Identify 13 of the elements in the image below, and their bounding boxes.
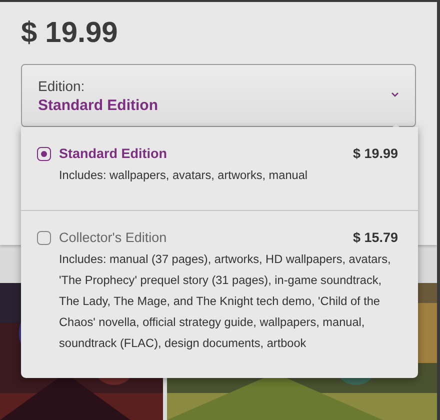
select-label: Edition: bbox=[38, 78, 85, 94]
option-name[interactable]: Collector's Edition bbox=[59, 230, 167, 245]
chevron-down-icon bbox=[391, 92, 399, 98]
select-value: Standard Edition bbox=[38, 96, 158, 114]
radio-button[interactable] bbox=[37, 231, 51, 245]
option-price: $ 19.99 bbox=[352, 146, 398, 161]
option-description: Includes: wallpapers, avatars, artworks, manual bbox=[59, 167, 309, 184]
price: $ 19.99 bbox=[21, 16, 118, 51]
option-description: Includes: manual (37 pages), artworks, HD wallpapers, avatars, 'The Prophecy' prequel story (31 pages), in-game soundtrack, The Lady, The Mage, and The Knight tech demo, 'Child of the Chaos' novella, official strategy guide, wallpapers, manual, soundtrack (FLAC), design documents, artbook bbox=[59, 251, 392, 352]
radio-button[interactable] bbox=[37, 147, 51, 161]
edition-select[interactable]: Edition: Standard Edition bbox=[21, 64, 416, 127]
option-price: $ 15.79 bbox=[352, 230, 398, 245]
option-name[interactable]: Standard Edition bbox=[59, 146, 167, 161]
